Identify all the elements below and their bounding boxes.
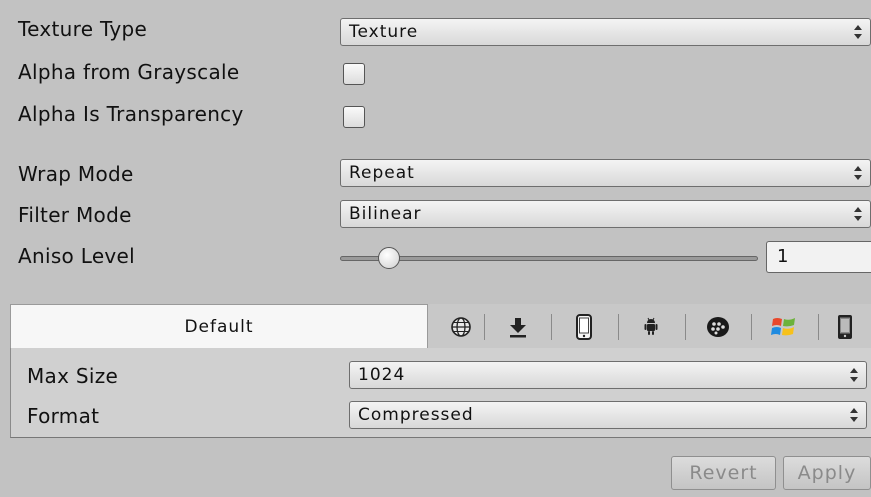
- download-icon: [510, 318, 526, 338]
- dropdown-arrows-icon: [854, 166, 862, 180]
- wrap-mode-label: Wrap Mode: [18, 162, 134, 186]
- aniso-level-input[interactable]: 1: [766, 241, 871, 273]
- texture-type-dropdown[interactable]: Texture: [340, 18, 871, 46]
- tab-windows-phone[interactable]: [818, 312, 871, 342]
- windows-icon: [771, 318, 795, 336]
- tab-ios[interactable]: [551, 312, 617, 342]
- wrap-mode-dropdown[interactable]: Repeat: [340, 159, 871, 187]
- android-icon: [644, 317, 658, 335]
- format-value: Compressed: [358, 405, 474, 425]
- texture-type-value: Texture: [349, 22, 419, 42]
- iphone-icon: [576, 314, 592, 340]
- format-dropdown[interactable]: Compressed: [349, 401, 867, 429]
- windows-phone-icon: [837, 315, 852, 339]
- filter-mode-dropdown[interactable]: Bilinear: [340, 200, 871, 228]
- max-size-label: Max Size: [27, 364, 119, 388]
- dropdown-arrows-icon: [854, 207, 862, 221]
- alpha-from-grayscale-checkbox[interactable]: [343, 63, 365, 85]
- dropdown-arrows-icon: [850, 368, 858, 382]
- alpha-from-grayscale-label: Alpha from Grayscale: [18, 60, 240, 84]
- globe-icon: [451, 317, 471, 337]
- alpha-is-transparency-label: Alpha Is Transparency: [18, 102, 244, 126]
- aniso-level-slider-thumb[interactable]: [378, 247, 400, 269]
- texture-type-label: Texture Type: [18, 17, 148, 41]
- aniso-level-slider-track[interactable]: [340, 256, 758, 261]
- alpha-is-transparency-checkbox[interactable]: [343, 106, 365, 128]
- max-size-value: 1024: [358, 365, 406, 385]
- wrap-mode-value: Repeat: [349, 163, 415, 183]
- platform-tab-bar: Default: [10, 304, 871, 349]
- tab-blackberry[interactable]: [685, 312, 751, 342]
- format-label: Format: [27, 404, 100, 428]
- dropdown-arrows-icon: [854, 25, 862, 39]
- apply-button[interactable]: Apply: [783, 456, 871, 490]
- blackberry-icon: [707, 317, 729, 337]
- tab-standalone[interactable]: [485, 312, 551, 342]
- filter-mode-label: Filter Mode: [18, 203, 132, 227]
- dropdown-arrows-icon: [850, 408, 858, 422]
- aniso-level-label: Aniso Level: [18, 244, 136, 268]
- tab-default[interactable]: Default: [10, 304, 428, 348]
- tab-android[interactable]: [618, 312, 684, 342]
- platform-settings-panel: Max Size 1024 Format Compressed: [10, 348, 871, 438]
- tab-windows-store[interactable]: [751, 312, 817, 342]
- revert-button[interactable]: Revert: [671, 456, 776, 490]
- max-size-dropdown[interactable]: 1024: [349, 361, 867, 389]
- filter-mode-value: Bilinear: [349, 204, 422, 224]
